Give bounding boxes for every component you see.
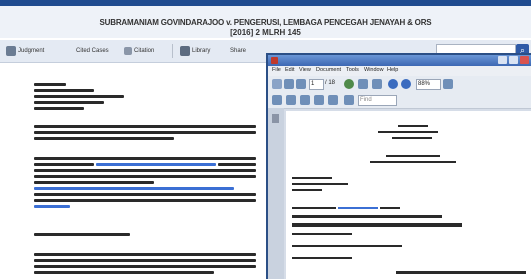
- pdf-text-line: [292, 223, 462, 227]
- text-line: [34, 193, 256, 196]
- pdf-text-line: [292, 245, 402, 247]
- text-line: [34, 233, 130, 236]
- email-icon[interactable]: [286, 95, 296, 105]
- pdf-text-line: [292, 215, 442, 218]
- pages-panel-icon[interactable]: [272, 114, 279, 123]
- minimize-button[interactable]: [498, 56, 507, 64]
- text-line: [218, 163, 256, 166]
- text-line: [34, 89, 94, 92]
- pdf-text-line: [378, 131, 438, 133]
- pdf-highlight: [338, 207, 378, 209]
- case-header: SUBRAMANIAM GOVINDARAJOO v. PENGERUSI, L…: [0, 6, 531, 38]
- text-line: [34, 253, 256, 256]
- text-line: [34, 157, 256, 160]
- menu-edit[interactable]: Edit: [285, 67, 294, 73]
- maximize-button[interactable]: [509, 56, 518, 64]
- find-input[interactable]: Find: [358, 95, 397, 106]
- find-icon[interactable]: [344, 95, 354, 105]
- pdf-text-line: [392, 137, 432, 139]
- menu-document[interactable]: Document: [316, 67, 341, 73]
- menu-view[interactable]: View: [299, 67, 311, 73]
- snapshot-icon[interactable]: [372, 79, 382, 89]
- next-page-icon[interactable]: [296, 79, 306, 89]
- case-title: SUBRAMANIAM GOVINDARAJOO v. PENGERUSI, L…: [99, 18, 432, 27]
- cited-cases-button[interactable]: Cited Cases: [76, 44, 109, 58]
- text-line: [34, 101, 104, 104]
- text-line: [34, 271, 214, 274]
- case-link[interactable]: [34, 205, 70, 208]
- pdf-text-line: [292, 189, 322, 191]
- judgment-text-area: [0, 63, 266, 277]
- pdf-sidebar: [268, 108, 284, 279]
- pdf-page: [286, 111, 531, 279]
- zoom-level-select[interactable]: 88%: [416, 79, 441, 90]
- close-button[interactable]: [520, 56, 529, 64]
- citation-label: Citation: [134, 48, 155, 54]
- pdf-tools-toolbar: Find: [268, 92, 531, 109]
- citation-icon: [124, 47, 132, 55]
- page-total: / 18: [325, 80, 336, 86]
- text-line: [34, 131, 256, 134]
- pdf-menubar: File Edit View Document Tools Window Hel…: [268, 66, 531, 76]
- pdf-text-line: [292, 177, 332, 179]
- text-line: [34, 163, 94, 166]
- select-tool-icon[interactable]: [358, 79, 368, 89]
- text-line: [34, 181, 154, 184]
- hand-tool-icon[interactable]: [344, 79, 354, 89]
- zoom-in-icon[interactable]: [401, 79, 411, 89]
- pdf-text-line: [396, 271, 526, 274]
- pdf-text-line: [292, 183, 348, 185]
- library-label: Library: [192, 48, 211, 54]
- continuous-page-icon[interactable]: [314, 95, 324, 105]
- judgment-button[interactable]: Judgment: [6, 44, 44, 58]
- print-icon[interactable]: [272, 95, 282, 105]
- pdf-text-line: [292, 233, 352, 235]
- text-line: [34, 259, 256, 262]
- pdf-navigation-toolbar: 1 / 18 88%: [268, 76, 531, 93]
- page-number-input[interactable]: 1: [309, 79, 324, 90]
- menu-tools[interactable]: Tools: [346, 67, 359, 73]
- text-line: [34, 125, 256, 128]
- case-link[interactable]: [96, 163, 216, 166]
- cited-cases-label: Cited Cases: [76, 48, 109, 54]
- text-line: [34, 95, 124, 98]
- pdf-text-line: [380, 207, 400, 209]
- text-line: [34, 169, 256, 172]
- text-line: [34, 175, 256, 178]
- fit-page-icon[interactable]: [443, 79, 453, 89]
- zoom-out-icon[interactable]: [388, 79, 398, 89]
- pdf-icon: [271, 57, 278, 64]
- judgment-label: Judgment: [18, 48, 45, 54]
- share-button[interactable]: Share: [230, 44, 246, 58]
- pdf-text-line: [292, 207, 336, 209]
- pdf-viewer-window: File Edit View Document Tools Window Hel…: [266, 53, 531, 279]
- gavel-icon: [6, 46, 16, 56]
- save-icon[interactable]: [272, 79, 282, 89]
- single-page-icon[interactable]: [300, 95, 310, 105]
- case-citation: [2016] 2 MLRH 145: [230, 28, 301, 37]
- pdf-text-line: [398, 125, 428, 127]
- menu-window[interactable]: Window: [364, 67, 384, 73]
- menu-help[interactable]: Help: [387, 67, 398, 73]
- menu-file[interactable]: File: [272, 67, 281, 73]
- previous-page-icon[interactable]: [284, 79, 294, 89]
- pdf-titlebar: [268, 55, 531, 66]
- text-line: [34, 107, 84, 110]
- text-line: [34, 137, 174, 140]
- pdf-text-line: [292, 257, 352, 259]
- share-label: Share: [230, 48, 247, 54]
- toolbar-divider: [172, 44, 173, 58]
- library-button[interactable]: Library: [180, 44, 210, 58]
- text-line: [34, 199, 256, 202]
- pdf-text-line: [386, 155, 440, 157]
- case-link[interactable]: [34, 187, 234, 190]
- pdf-text-line: [370, 161, 456, 163]
- rotate-icon[interactable]: [328, 95, 338, 105]
- citation-button[interactable]: Citation: [124, 44, 154, 58]
- library-icon: [180, 46, 190, 56]
- text-line: [34, 265, 256, 268]
- text-line: [34, 83, 66, 86]
